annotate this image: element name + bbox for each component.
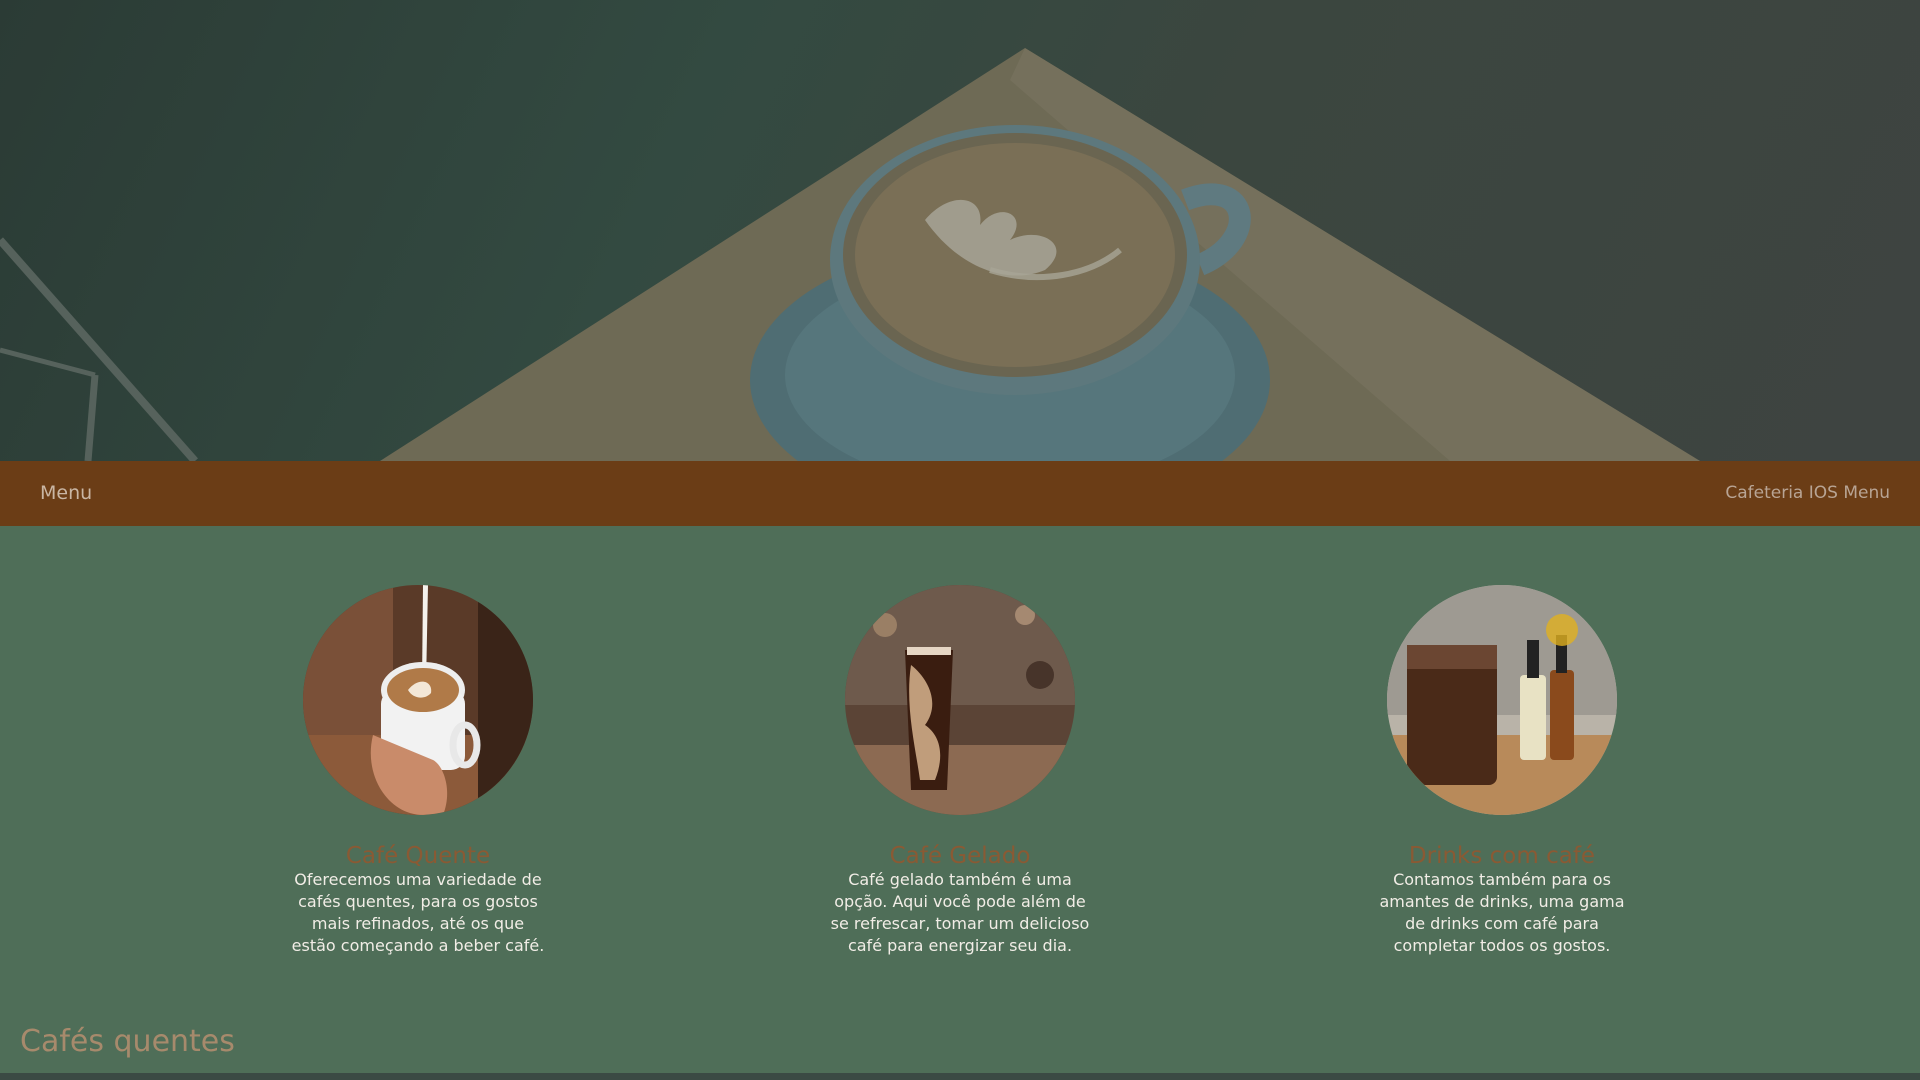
card-drinks-com-cafe: Drinks com café Contamos também para os … [1372, 585, 1632, 957]
navbar: Menu Cafeteria IOS Menu [0, 461, 1920, 526]
card-description: Oferecemos uma variedade de cafés quente… [291, 870, 545, 955]
card-title: Café Quente [345, 843, 491, 869]
hero-coffee-photo [0, 48, 1700, 461]
card-description: Café gelado também é uma opção. Aqui voc… [830, 870, 1090, 955]
card-cafe-gelado: Café Gelado Café gelado também é uma opç… [830, 585, 1090, 957]
card-title: Café Gelado [889, 843, 1031, 869]
iced-coffee-glass-photo [845, 585, 1075, 815]
card-title: Drinks com café [1408, 843, 1596, 869]
card-cafe-quente: Café Quente Oferecemos uma variedade de … [288, 585, 548, 957]
card-description: Contamos também para os amantes de drink… [1379, 870, 1625, 955]
category-cards: Café Quente Oferecemos uma variedade de … [0, 526, 1920, 996]
section-divider [0, 1073, 1920, 1080]
menu-link[interactable]: Menu [40, 461, 92, 526]
coffee-drink-bottles-photo [1387, 585, 1617, 815]
section-title: Cafés quentes [20, 1024, 235, 1059]
hero-banner [0, 0, 1920, 461]
latte-art-cup-photo [303, 585, 533, 815]
brand-link[interactable]: Cafeteria IOS Menu [1725, 461, 1890, 526]
